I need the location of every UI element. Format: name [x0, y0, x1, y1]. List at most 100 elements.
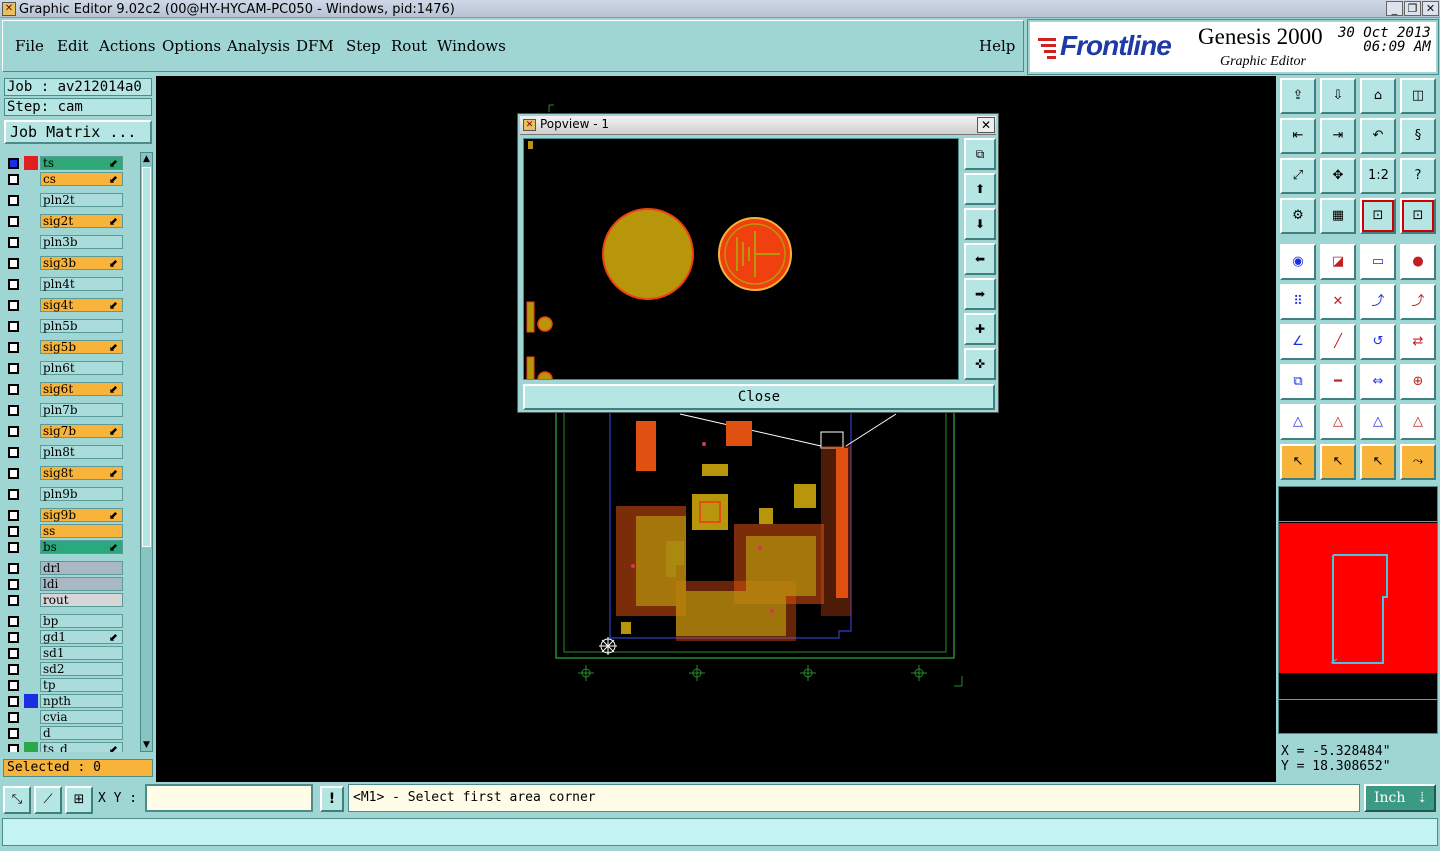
layer-name[interactable]: pln7b	[40, 403, 123, 417]
menu-rout[interactable]: Rout	[391, 37, 427, 55]
select-circle-button[interactable]: ◉	[1280, 244, 1316, 280]
layer-name[interactable]: ss	[40, 524, 123, 538]
route-button[interactable]: ⤳	[1400, 444, 1436, 480]
settings-button[interactable]: ⚙	[1280, 198, 1316, 234]
menu-dfm[interactable]: DFM	[296, 37, 334, 55]
layer-checkbox[interactable]	[8, 563, 19, 574]
layer-color-swatch[interactable]	[24, 662, 38, 676]
layer-color-swatch[interactable]	[24, 678, 38, 692]
layer-checkbox[interactable]	[8, 728, 19, 739]
triangle-3-button[interactable]: △	[1360, 404, 1396, 440]
grid-snap-icon[interactable]: ⊞	[65, 786, 93, 814]
layer-color-swatch[interactable]	[24, 172, 38, 186]
layer-color-swatch[interactable]	[24, 593, 38, 607]
layer-color-swatch[interactable]	[24, 424, 38, 438]
layer-color-swatch[interactable]	[24, 361, 38, 375]
layer-name[interactable]: sig8t ⬋	[40, 466, 123, 480]
layer-color-swatch[interactable]	[24, 614, 38, 628]
layer-checkbox[interactable]	[8, 616, 19, 627]
layer-name[interactable]: sig6t ⬋	[40, 382, 123, 396]
layer-row[interactable]: sig4t ⬋	[4, 298, 138, 312]
layer-checkbox[interactable]	[8, 744, 19, 752]
layer-checkbox[interactable]	[8, 174, 19, 185]
layer-name[interactable]: pln4t	[40, 277, 123, 291]
menu-analysis[interactable]: Analysis	[227, 37, 290, 55]
angle-button[interactable]: ∠	[1280, 324, 1316, 360]
layer-checkbox[interactable]	[8, 468, 19, 479]
layer-color-swatch[interactable]	[24, 561, 38, 575]
pointer-red-button[interactable]: ↖	[1360, 444, 1396, 480]
layer-row[interactable]: sig9b ⬋	[4, 508, 138, 522]
menu-options[interactable]: Options	[162, 37, 221, 55]
popview-pan-up-icon[interactable]: ⬆	[964, 173, 996, 205]
layer-color-swatch[interactable]	[24, 466, 38, 480]
layer-name[interactable]: ts_d ⬋	[40, 742, 123, 752]
layer-row[interactable]: sig5b ⬋	[4, 340, 138, 354]
menu-edit[interactable]: Edit	[57, 37, 88, 55]
layer-checkbox[interactable]	[8, 279, 19, 290]
layer-name[interactable]: bp	[40, 614, 123, 628]
home-button[interactable]: ⌂	[1360, 78, 1396, 114]
popview-zoom-in-icon[interactable]: ✚	[964, 313, 996, 345]
one-to-two-button[interactable]: 1:2	[1360, 158, 1396, 194]
layer-row[interactable]: sig2t ⬋	[4, 214, 138, 228]
layer-color-swatch[interactable]	[24, 382, 38, 396]
layer-name[interactable]: sd1	[40, 646, 123, 660]
popview-pan-down-icon[interactable]: ⬇	[964, 208, 996, 240]
layer-name[interactable]: cvia	[40, 710, 123, 724]
layer-row[interactable]: pln5b	[4, 319, 138, 333]
layer-row[interactable]: pln3b	[4, 235, 138, 249]
layer-name[interactable]: pln6t	[40, 361, 123, 375]
layer-row[interactable]: pln7b	[4, 403, 138, 417]
close-icon[interactable]: ✕	[1422, 1, 1439, 16]
layer-row[interactable]: cvia	[4, 710, 138, 724]
scroll-down-icon[interactable]: ▼	[142, 740, 151, 750]
layer-checkbox[interactable]	[8, 195, 19, 206]
layer-color-swatch[interactable]	[24, 540, 38, 554]
layer-row[interactable]: sig6t ⬋	[4, 382, 138, 396]
menu-actions[interactable]: Actions	[99, 37, 155, 55]
move-red-button[interactable]: ⤴	[1400, 284, 1436, 320]
move-button[interactable]: ⤴	[1360, 284, 1396, 320]
layer-row[interactable]: npth	[4, 694, 138, 708]
layer-color-swatch[interactable]	[24, 508, 38, 522]
layer-name[interactable]: pln9b	[40, 487, 123, 501]
layer-name[interactable]: tp	[40, 678, 123, 692]
layer-row[interactable]: ts_d ⬋	[4, 742, 138, 752]
layer-name[interactable]: npth	[40, 694, 123, 708]
layer-color-swatch[interactable]	[24, 156, 38, 170]
layer-row[interactable]: bs ⬋	[4, 540, 138, 554]
layer-color-swatch[interactable]	[24, 487, 38, 501]
layer-row[interactable]: sig3b ⬋	[4, 256, 138, 270]
layer-color-swatch[interactable]	[24, 630, 38, 644]
xy-input[interactable]	[145, 784, 313, 812]
layer-checkbox[interactable]	[8, 158, 19, 169]
layer-name[interactable]: sig9b ⬋	[40, 508, 123, 522]
layer-color-swatch[interactable]	[24, 646, 38, 660]
layer-row[interactable]: pln9b	[4, 487, 138, 501]
layer-checkbox[interactable]	[8, 237, 19, 248]
layer-row[interactable]: sig7b ⬋	[4, 424, 138, 438]
zoom-center-button[interactable]: ✥	[1320, 158, 1356, 194]
layer-name[interactable]: gd1 ⬋	[40, 630, 123, 644]
menu-help[interactable]: Help	[979, 37, 1015, 55]
scroll-up-icon[interactable]: ▲	[142, 154, 151, 164]
layer-row[interactable]: pln8t	[4, 445, 138, 459]
layer-checkbox[interactable]	[8, 595, 19, 606]
layer-color-swatch[interactable]	[24, 298, 38, 312]
layer-checkbox[interactable]	[8, 510, 19, 521]
layer-checkbox[interactable]	[8, 648, 19, 659]
menu-step[interactable]: Step	[346, 37, 381, 55]
ruler-button[interactable]: ▭	[1360, 244, 1396, 280]
layer-checkbox[interactable]	[8, 300, 19, 311]
measure-button[interactable]: ◪	[1320, 244, 1356, 280]
popview-pan-right-icon[interactable]: ➡	[964, 278, 996, 310]
pan-right-button[interactable]: ⇥	[1320, 118, 1356, 154]
layer-color-swatch[interactable]	[24, 256, 38, 270]
layer-checkbox[interactable]	[8, 426, 19, 437]
layer-name[interactable]: cs ⬋	[40, 172, 123, 186]
layer-color-swatch[interactable]	[24, 445, 38, 459]
maximize-icon[interactable]: ❐	[1404, 1, 1421, 16]
help-query-button[interactable]: ?	[1400, 158, 1436, 194]
exclaim-button[interactable]: !	[320, 786, 344, 812]
